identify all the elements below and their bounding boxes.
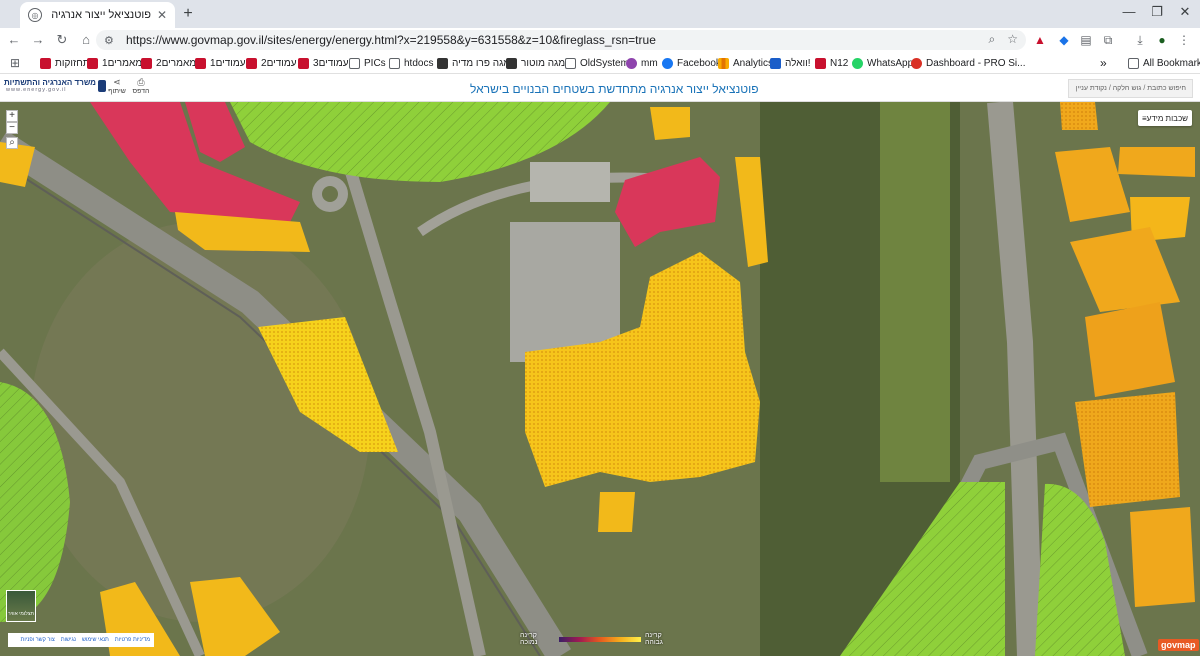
map-canvas[interactable]: + − ⌕ שכבות מידע ≡ תצלומי אוויר מדיניות …	[0, 102, 1200, 656]
bookmark-item[interactable]: מגה פרו מדיה	[437, 55, 510, 71]
minimize-button[interactable]: —	[1114, 4, 1144, 19]
search-map-icon[interactable]: ⌕	[6, 137, 18, 149]
zoom-out-button[interactable]: −	[6, 122, 18, 134]
folder-icon	[1128, 57, 1139, 69]
ministry-url: www.energy.gov.il	[6, 87, 67, 93]
back-arrow-icon[interactable]: ←	[2, 28, 26, 52]
reload-icon[interactable]: ↻	[50, 28, 74, 52]
layers-label: שכבות מידע	[1146, 113, 1188, 123]
translate-extension-icon[interactable]: ◆	[1054, 30, 1074, 50]
dashboard-icon	[911, 57, 922, 69]
bookmark-item[interactable]: עמודים1	[195, 55, 246, 71]
site-header: משרד האנרגיה והתשתיות www.energy.gov.il …	[0, 75, 1200, 102]
bookmark-red-icon	[87, 57, 98, 69]
bookmark-item[interactable]: Dashboard - PRO Si...	[911, 55, 1025, 71]
folder-icon	[349, 57, 360, 69]
bookmark-item[interactable]: Facebook	[662, 55, 721, 71]
walla-icon	[770, 57, 781, 69]
analytics-icon	[718, 57, 729, 69]
reader-extension-icon[interactable]: ▤	[1076, 30, 1096, 50]
bookmarks-bar: ⊞ תחזוקות מאמרים1 מאמרים2 עמודים1 עמודים…	[0, 52, 1200, 74]
extensions-icon[interactable]: ⧉	[1098, 30, 1118, 50]
tab-strip: ◎ פוטנציאל ייצור אנרגיה מתחדשת ✕ + — ❐ ✕	[0, 0, 1200, 28]
zoom-icon[interactable]: ⌕	[989, 32, 996, 47]
bookmark-item[interactable]: Analytics	[718, 55, 773, 71]
new-tab-button[interactable]: +	[178, 5, 198, 25]
legend-low-label: קרינה נמוכה	[520, 632, 538, 646]
bookmark-item[interactable]: מגה מוטור	[506, 55, 565, 71]
bookmark-item[interactable]: תחזוקות	[40, 55, 90, 71]
browser-toolbar: ← → ↻ ⌂ ⚙ https://www.govmap.gov.il/site…	[0, 28, 1200, 52]
bookmark-item[interactable]: מאמרים1	[87, 55, 142, 71]
footer-link[interactable]: מדיניות פרטיות	[115, 637, 150, 643]
footer-links: מדיניות פרטיות תנאי שימוש נגישות צור קשר…	[8, 633, 154, 647]
govmap-logo[interactable]: govmap	[1158, 639, 1199, 651]
globe-icon: ◎	[28, 8, 42, 22]
radiation-legend: קרינה נמוכה קרינה גבוהה	[520, 632, 680, 646]
profile-avatar[interactable]: ●	[1152, 30, 1172, 50]
bookmark-folder[interactable]: PICs	[349, 55, 386, 71]
print-button[interactable]: ⎙ הדפס	[129, 78, 153, 96]
apps-grid-icon[interactable]: ⊞	[10, 55, 20, 71]
close-tab-icon[interactable]: ✕	[157, 8, 167, 22]
bookmark-purple-icon	[626, 57, 637, 69]
folder-icon	[565, 57, 576, 69]
bookmark-red-icon	[40, 57, 51, 69]
active-tab[interactable]: ◎ פוטנציאל ייצור אנרגיה מתחדשת ✕	[20, 2, 175, 28]
bookmark-item[interactable]: N12	[815, 55, 848, 71]
url-text[interactable]: https://www.govmap.gov.il/sites/energy/e…	[126, 33, 656, 47]
whatsapp-icon	[852, 57, 863, 69]
folder-icon	[389, 57, 400, 69]
bookmark-red-icon	[141, 57, 152, 69]
bookmark-red-icon	[195, 57, 206, 69]
bookmark-red-icon	[298, 57, 309, 69]
all-bookmarks-button[interactable]: All Bookmarks	[1128, 55, 1200, 71]
share-icon: ⋖	[113, 77, 121, 87]
footer-link[interactable]: נגישות	[61, 637, 76, 643]
menu-icon[interactable]: ⋮	[1174, 30, 1194, 50]
address-bar[interactable]: ⚙ https://www.govmap.gov.il/sites/energy…	[96, 30, 1026, 50]
legend-high-label: קרינה גבוהה	[644, 632, 663, 646]
bookmark-dark-icon	[506, 57, 517, 69]
more-bookmarks-chevron-icon[interactable]: »	[1100, 55, 1107, 71]
bookmark-item[interactable]: וואלה!	[770, 55, 811, 71]
restore-button[interactable]: ❐	[1142, 4, 1172, 20]
bookmark-item[interactable]: עמודים2	[246, 55, 297, 71]
footer-link[interactable]: צור קשר ופניות	[21, 637, 55, 643]
bookmark-item[interactable]: עמודים3	[298, 55, 349, 71]
layers-button[interactable]: שכבות מידע ≡	[1138, 110, 1192, 126]
pdf-extension-icon[interactable]: ▲	[1030, 30, 1050, 50]
ministry-logo[interactable]: משרד האנרגיה והתשתיות www.energy.gov.il	[3, 78, 106, 100]
page-title: פוטנציאל ייצור אנרגיה מתחדשת בשטחים הבנו…	[470, 82, 759, 96]
footer-link[interactable]: תנאי שימוש	[82, 637, 109, 643]
star-icon[interactable]: ☆	[1007, 32, 1018, 47]
tab-title: פוטנציאל ייצור אנרגיה מתחדשת	[48, 9, 151, 21]
bookmark-red-icon	[246, 57, 257, 69]
print-icon: ⎙	[137, 77, 145, 87]
n12-icon	[815, 57, 826, 69]
address-search-input[interactable]: חיפוש כתובת / גוש חלקה / נקודת עניין	[1068, 79, 1193, 98]
aerial-map-svg[interactable]	[0, 102, 1200, 656]
zoom-in-button[interactable]: +	[6, 110, 18, 122]
close-window-button[interactable]: ✕	[1170, 4, 1200, 20]
basemap-switcher[interactable]: תצלומי אוויר	[6, 590, 36, 622]
bookmark-item[interactable]: mm	[626, 55, 658, 71]
forward-arrow-icon[interactable]: →	[26, 28, 50, 52]
layers-menu-icon: ≡	[1142, 113, 1147, 123]
bookmark-item[interactable]: מאמרים2	[141, 55, 196, 71]
bookmark-folder[interactable]: OldSystem	[565, 55, 629, 71]
site-settings-icon[interactable]: ⚙	[104, 34, 120, 47]
bookmark-folder[interactable]: htdocs	[389, 55, 433, 71]
legend-gradient-bar	[558, 636, 641, 642]
home-icon[interactable]: ⌂	[74, 28, 98, 52]
download-icon[interactable]: ⤓	[1130, 30, 1150, 50]
bookmark-item[interactable]: WhatsApp	[852, 55, 913, 71]
facebook-icon	[662, 57, 673, 69]
ministry-name: משרד האנרגיה והתשתיות	[3, 78, 96, 87]
bookmark-dark-icon	[437, 57, 448, 69]
share-button[interactable]: ⋖ שיתוף	[105, 78, 129, 96]
